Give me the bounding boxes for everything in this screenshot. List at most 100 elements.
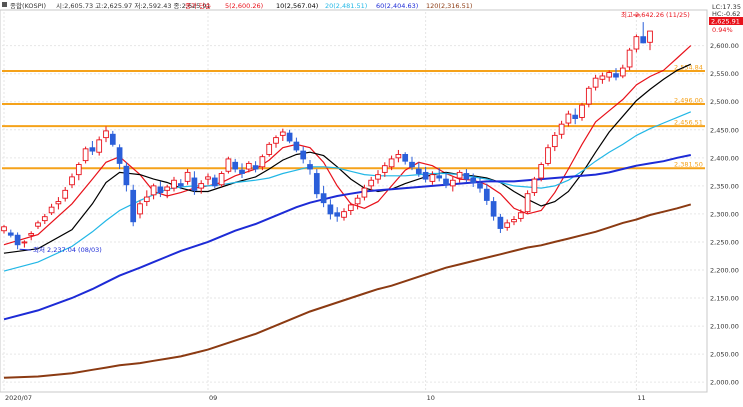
candle-body bbox=[592, 77, 599, 88]
y-tick-label: 2,500.00 bbox=[710, 98, 739, 106]
y-tick-label: 2,550.00 bbox=[710, 70, 739, 78]
candle-body bbox=[130, 189, 137, 223]
candle-body bbox=[545, 147, 551, 164]
candle-body bbox=[313, 173, 320, 195]
ma20-legend: 20(2,481.51) bbox=[325, 2, 367, 10]
candle-body bbox=[286, 132, 293, 142]
symbol-name: 종합(KOSPI) bbox=[10, 1, 46, 10]
ma60-legend: 60(2,404.63) bbox=[376, 2, 418, 10]
y-tick-label: 2,250.00 bbox=[710, 238, 739, 246]
candle-body bbox=[585, 87, 592, 105]
candle-body bbox=[524, 193, 531, 213]
y-tick-label: 2,050.00 bbox=[710, 351, 739, 359]
plot-frame bbox=[0, 9, 708, 393]
candle-body bbox=[157, 186, 164, 194]
candle-body bbox=[531, 178, 538, 194]
candle-body bbox=[69, 176, 75, 186]
candle-body bbox=[368, 179, 375, 187]
candle-body bbox=[48, 206, 55, 214]
header-legend: 종합(KOSPI) 시:2,605.73 고:2,625.97 저:2,592.… bbox=[2, 1, 472, 10]
candle-body bbox=[626, 49, 633, 68]
candle-body bbox=[599, 75, 606, 80]
candle-body bbox=[422, 171, 429, 180]
candle-body bbox=[35, 222, 41, 227]
candle-body bbox=[14, 234, 21, 246]
candle-body bbox=[395, 154, 402, 159]
candle-body bbox=[456, 171, 463, 179]
candle-body bbox=[483, 188, 490, 201]
candle-body bbox=[252, 165, 259, 170]
candle-body bbox=[504, 222, 511, 228]
candle-body bbox=[538, 164, 545, 179]
y-tick-label: 2,100.00 bbox=[710, 323, 739, 331]
x-tick-label: 09 bbox=[209, 394, 217, 402]
candle-body bbox=[96, 139, 103, 153]
candle-body bbox=[232, 161, 239, 170]
candle-body bbox=[558, 123, 565, 135]
candle-body bbox=[402, 154, 409, 162]
high-annotation: 최고 2,642.26 (11/25) bbox=[621, 10, 690, 19]
candle-body bbox=[341, 211, 347, 218]
candle-body bbox=[375, 174, 381, 180]
candle bbox=[218, 171, 225, 187]
candle-body bbox=[109, 133, 116, 145]
candle-body bbox=[293, 141, 300, 151]
y-tick-label: 2,200.00 bbox=[710, 266, 739, 274]
ma-title: 종가 단순 bbox=[185, 1, 211, 10]
candle-body bbox=[551, 134, 558, 148]
level-label: 2,381.50 bbox=[674, 161, 703, 169]
y-tick-label: 2,400.00 bbox=[710, 154, 739, 162]
candle-body bbox=[116, 147, 123, 164]
candle-body bbox=[334, 212, 341, 217]
candle-body bbox=[7, 232, 14, 236]
candle bbox=[130, 184, 137, 227]
candle-body bbox=[211, 177, 218, 187]
candle-body bbox=[511, 219, 517, 223]
candle-body bbox=[75, 164, 82, 176]
low-annotation: 최저 2,237.04 (08/03) bbox=[33, 245, 102, 254]
candle-body bbox=[103, 130, 109, 139]
y-tick-label: 2,600.00 bbox=[710, 42, 739, 50]
chart-window: 2,554.84 2,496.00 2,456.51 2,381.50 2,600.0… bbox=[0, 0, 743, 403]
candle-body bbox=[89, 147, 96, 152]
candle-body bbox=[320, 193, 327, 204]
candle bbox=[82, 146, 89, 164]
candle-body bbox=[388, 158, 395, 168]
candle bbox=[585, 86, 592, 108]
candle-body bbox=[62, 189, 69, 199]
candle-body bbox=[55, 201, 62, 205]
candle-body bbox=[640, 36, 647, 44]
x-tick-label: 11 bbox=[637, 394, 645, 402]
candle-body bbox=[198, 183, 205, 189]
candle-body bbox=[21, 241, 28, 244]
y-tick-label: 2,450.00 bbox=[710, 126, 739, 134]
candle-body bbox=[381, 165, 388, 173]
candle-body bbox=[565, 113, 572, 124]
candle-body bbox=[633, 36, 640, 50]
candle-body bbox=[463, 173, 470, 180]
candle-body bbox=[354, 197, 361, 205]
level-label: 2,496.00 bbox=[674, 96, 703, 104]
candle-body bbox=[171, 179, 177, 189]
candle-body bbox=[266, 143, 273, 155]
candle-body bbox=[184, 171, 191, 182]
y-tick-label: 2,300.00 bbox=[710, 210, 739, 218]
candle-body bbox=[279, 131, 286, 136]
y-tick-label: 2,000.00 bbox=[710, 379, 739, 387]
candle-body bbox=[150, 185, 157, 196]
candle-body bbox=[327, 204, 334, 215]
y-tick-label: 2,350.00 bbox=[710, 182, 739, 190]
candle-body bbox=[579, 104, 585, 118]
candle-body bbox=[361, 187, 368, 198]
candle-body bbox=[415, 168, 422, 174]
candle bbox=[626, 47, 633, 71]
candlestick-chart[interactable]: 2,554.842,496.002,456.512,381.50 2,600.0… bbox=[0, 0, 743, 403]
candle-body bbox=[613, 73, 619, 78]
candle bbox=[524, 190, 531, 214]
candle-body bbox=[177, 183, 184, 187]
x-tick-label: 2020/07 bbox=[5, 394, 32, 402]
last-price: 2,625.91 bbox=[711, 18, 740, 26]
legend-box-icon bbox=[2, 2, 7, 7]
ma5-legend: 5(2,600.26) bbox=[225, 2, 263, 10]
candle-body bbox=[239, 169, 245, 174]
